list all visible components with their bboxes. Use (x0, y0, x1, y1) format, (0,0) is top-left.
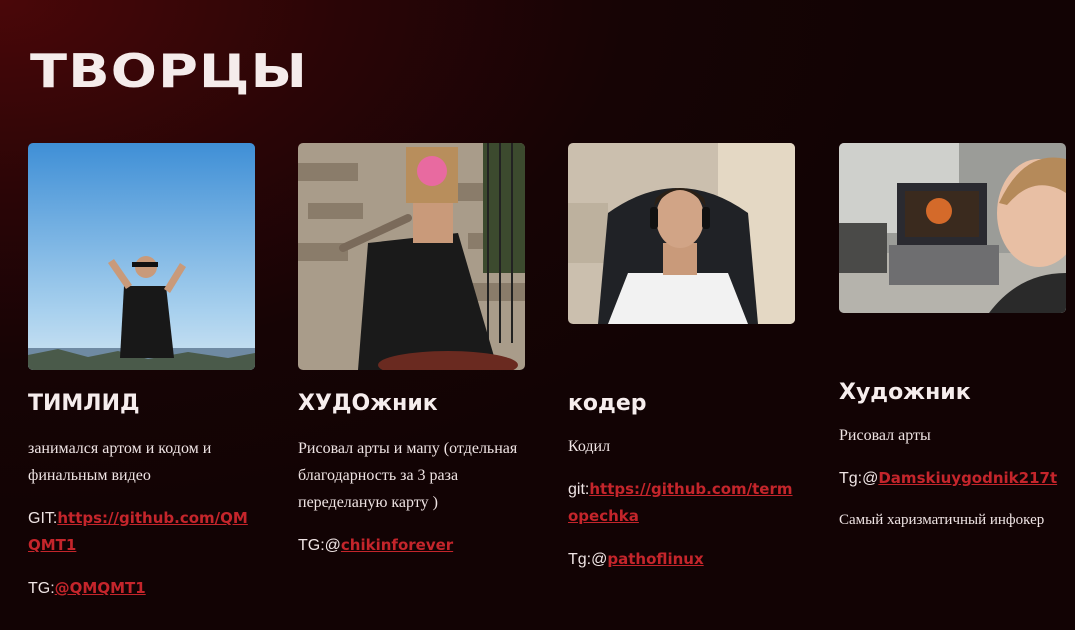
member-description: Рисовал арты (839, 427, 931, 444)
member-card-teamlead: ТИМЛИД занимался артом и кодом и финальн… (28, 143, 256, 613)
member-role: Художник (839, 380, 971, 405)
tg-label: Tg:@ (839, 470, 879, 487)
member-description: Кодил (568, 438, 611, 455)
tg-link[interactable]: pathoflinux (607, 550, 703, 568)
member-git: git:https://github.com/termopechka (568, 476, 794, 530)
member-photo (298, 143, 525, 370)
member-description: Рисовал арты и мапу (отдельная благодарн… (298, 440, 518, 511)
member-description: занимался артом и кодом и финальным виде… (28, 440, 212, 484)
tg-label: TG: (28, 580, 55, 597)
tg-link[interactable]: @QMQMT1 (55, 579, 146, 597)
member-role: ХУДОжник (298, 391, 438, 416)
tg-link[interactable]: Damskiuygodnik217t (878, 469, 1057, 487)
tg-label: Tg:@ (568, 551, 608, 568)
tg-link[interactable]: chikinforever (341, 536, 453, 554)
git-link[interactable]: https://github.com/termopechka (568, 480, 793, 525)
member-extra: Самый харизматичный инфокер (839, 512, 1045, 528)
member-tg: Tg:@Damskiuygodnik217t (839, 465, 1069, 492)
member-tg: Tg:@pathoflinux (568, 546, 798, 573)
member-photo (839, 143, 1066, 313)
page-title: ТВОРЦЫ (30, 44, 309, 98)
member-card-coder: кодер Кодил git:https://github.com/termo… (568, 143, 796, 573)
tg-label: TG:@ (298, 537, 341, 554)
member-card-artist-1: ХУДОжник Рисовал арты и мапу (отдельная … (298, 143, 526, 573)
member-photo (28, 143, 255, 370)
git-label: git: (568, 481, 590, 498)
member-card-artist-2: Художник Рисовал арты Tg:@Damskiuygodnik… (839, 143, 1069, 543)
member-git: GIT:https://github.com/QMQMT1 (28, 505, 250, 559)
member-photo (568, 143, 795, 324)
git-link[interactable]: https://github.com/QMQMT1 (28, 509, 248, 554)
member-role: кодер (568, 391, 647, 416)
member-role: ТИМЛИД (28, 391, 140, 416)
member-tg: TG:@QMQMT1 (28, 575, 258, 602)
member-tg: TG:@chikinforever (298, 532, 528, 559)
git-label: GIT: (28, 510, 58, 527)
